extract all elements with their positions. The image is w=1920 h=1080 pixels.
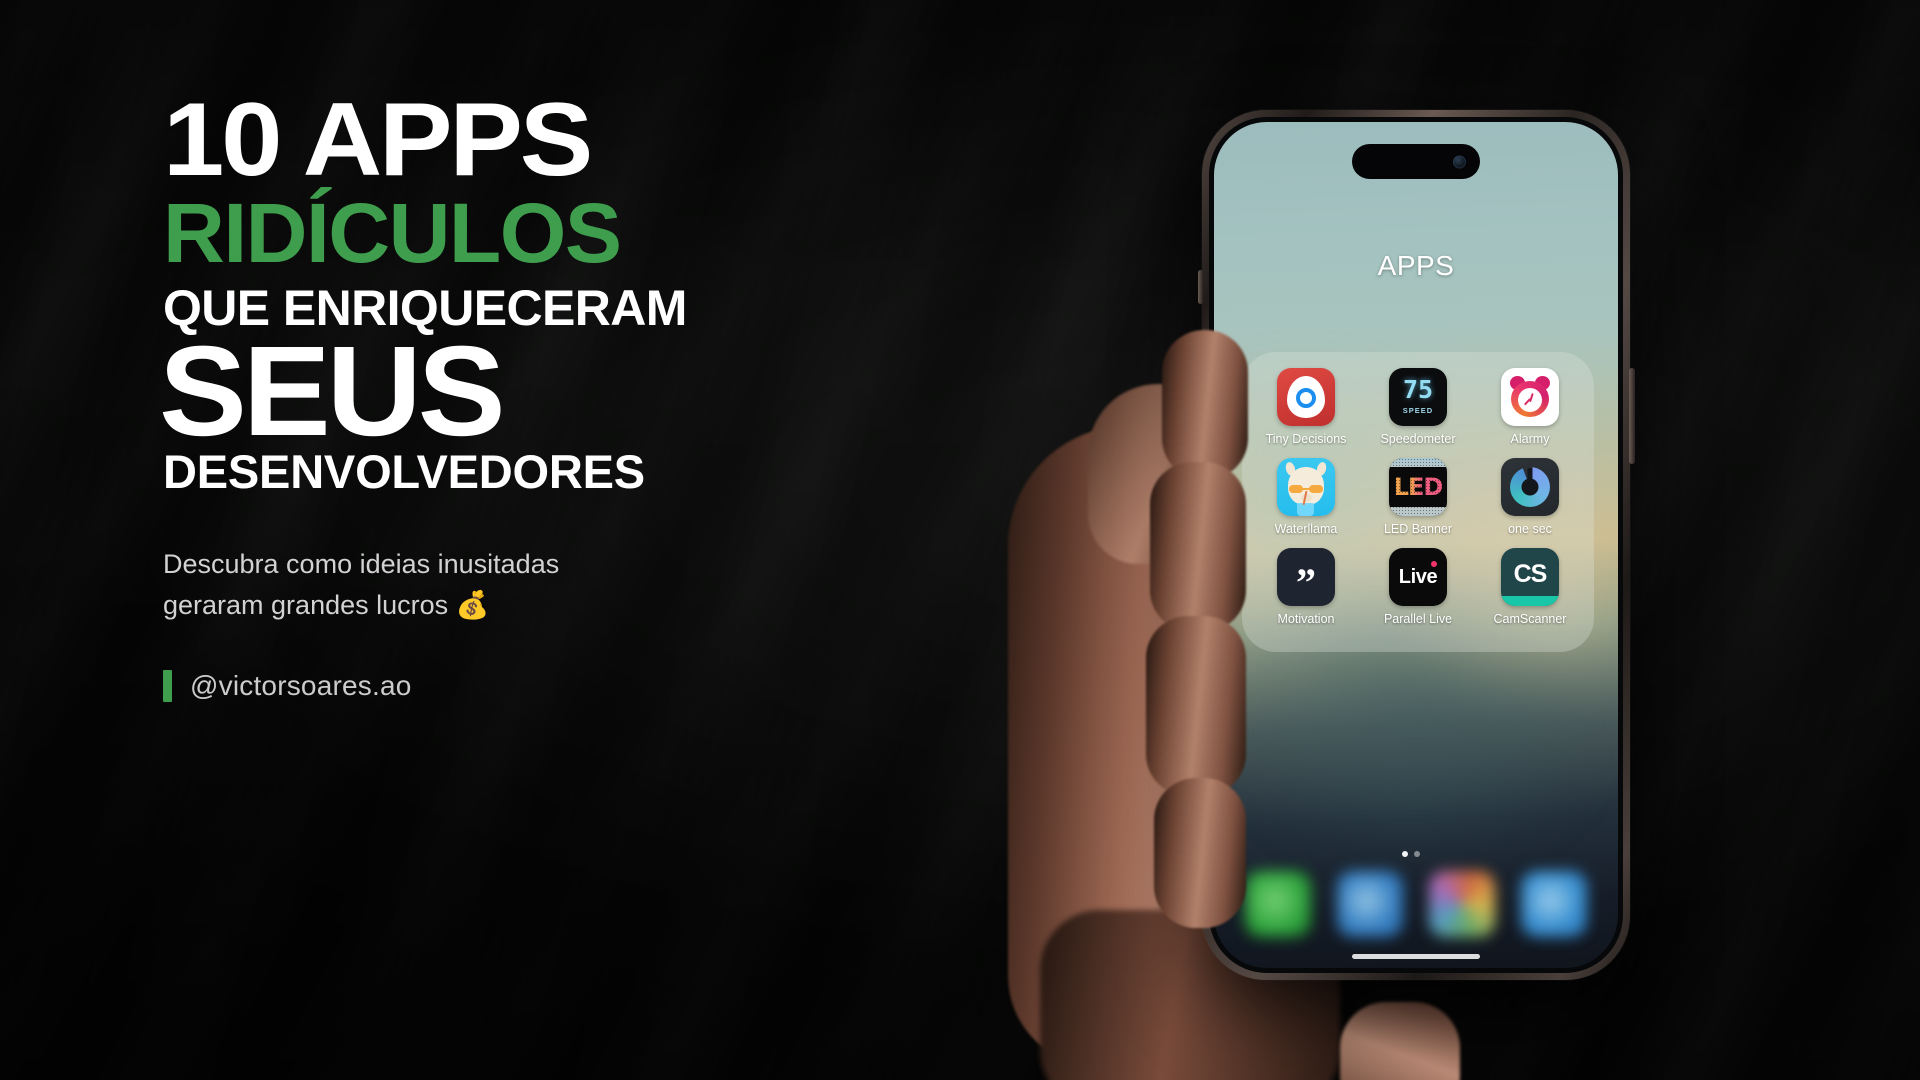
accent-bar [163,670,172,703]
led-banner-icon[interactable]: LED [1389,458,1447,516]
app-tile-waterllama[interactable]: Waterllama [1250,458,1362,536]
alarmy-icon[interactable] [1501,368,1559,426]
live-dot-icon [1431,561,1437,567]
app-folder-panel: Tiny Decisions 75 SPEED Speedometer Alar… [1242,352,1594,652]
home-indicator[interactable] [1352,954,1480,959]
safari-app-icon[interactable] [1337,871,1403,937]
camscanner-icon[interactable]: CS [1501,548,1559,606]
headline-line-5: DESENVOLVEDORES [163,445,645,499]
silent-switch[interactable] [1198,270,1203,304]
app-label: Waterllama [1274,522,1338,536]
app-label: LED Banner [1383,522,1453,536]
headline-line-1: 10 APPS [163,82,593,198]
social-handle: @victorsoares.ao [190,670,412,702]
phone-screen: APPS Tiny Decisions 75 SPEED Speedometer… [1214,122,1618,968]
app-tile-motivation[interactable]: ” Motivation [1250,548,1362,626]
cs-glyph: CS [1513,560,1548,588]
dynamic-island[interactable] [1352,144,1480,179]
live-glyph: Live [1398,565,1438,588]
finger-tip [1340,1002,1460,1080]
power-button[interactable] [1629,368,1635,464]
app-label: CamScanner [1493,612,1567,626]
headline-line-2: RIDÍCULOS [163,185,622,280]
app-tile-tiny-decisions[interactable]: Tiny Decisions [1250,368,1362,446]
folder-title: APPS [1377,250,1455,281]
waterllama-icon[interactable] [1277,458,1335,516]
app-grid: Tiny Decisions 75 SPEED Speedometer Alar… [1250,368,1586,626]
headline-line-4: SEUS [159,320,506,464]
app-tile-parallel-live[interactable]: Live Parallel Live [1362,548,1474,626]
app-label: Parallel Live [1383,612,1453,626]
phone-bezel: APPS Tiny Decisions 75 SPEED Speedometer… [1209,117,1623,973]
app-tile-one-sec[interactable]: one sec [1474,458,1586,536]
one-sec-icon[interactable] [1501,458,1559,516]
speedometer-icon[interactable]: 75 SPEED [1389,368,1447,426]
app-tile-led-banner[interactable]: LED LED Banner [1362,458,1474,536]
app-tile-camscanner[interactable]: CS CamScanner [1474,548,1586,626]
handle-row: @victorsoares.ao [163,670,783,703]
app-tile-alarmy[interactable]: Alarmy [1474,368,1586,446]
photos-app-icon[interactable] [1429,871,1495,937]
app-label: Alarmy [1510,432,1550,446]
tiny-decisions-icon[interactable] [1277,368,1335,426]
volume-down-button[interactable] [1197,422,1203,484]
page-dots [1399,844,1433,857]
app-label: Motivation [1277,612,1335,626]
phone-app-icon[interactable] [1245,871,1311,937]
volume-up-button[interactable] [1197,340,1203,402]
app-label: Tiny Decisions [1265,432,1347,446]
app-store-app-icon[interactable] [1521,871,1587,937]
dock [1232,858,1600,950]
app-label: Speedometer [1380,432,1456,446]
parallel-live-icon[interactable]: Live [1389,548,1447,606]
app-label: one sec [1508,522,1552,536]
subtitle-text: Descubra como ideias inusitadas geraram … [163,549,560,621]
app-tile-speedometer[interactable]: 75 SPEED Speedometer [1362,368,1474,446]
motivation-icon[interactable]: ” [1277,548,1335,606]
speed-caption: SPEED [1402,406,1434,415]
speed-digits: 75 [1402,375,1434,404]
iphone-device: APPS Tiny Decisions 75 SPEED Speedometer… [1197,110,1635,980]
front-camera-icon [1453,155,1466,168]
headline-block: 10 APPS RIDÍCULOS QUE ENRIQUECERAM SEUS … [159,88,783,703]
